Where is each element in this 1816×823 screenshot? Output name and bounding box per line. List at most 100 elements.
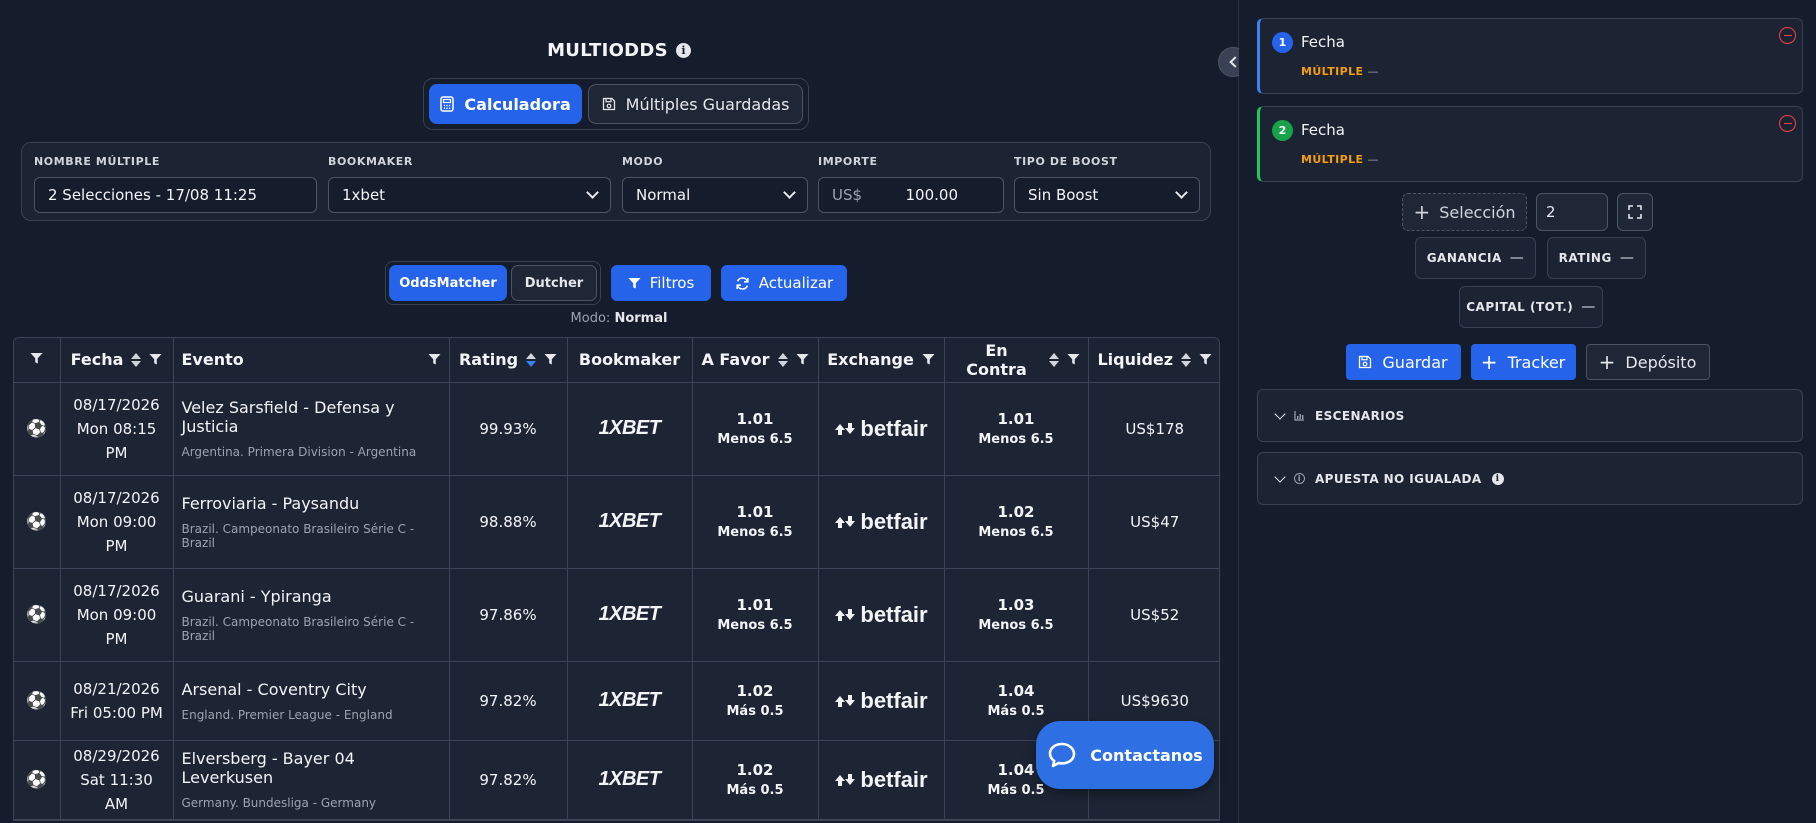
event-cell[interactable]: Velez Sarsfield - Defensa y Justicia Arge… <box>173 382 450 476</box>
actualizar-button[interactable]: Actualizar <box>721 265 847 301</box>
filtros-button[interactable]: Filtros <box>611 265 711 301</box>
config-panel: NOMBRE MÚLTIPLE 2 Selecciones - 17/08 11… <box>21 142 1211 221</box>
header-exchange[interactable]: Exchange <box>818 338 945 383</box>
event-cell[interactable]: Elversberg - Bayer 04 Leverkusen Germany.… <box>173 740 450 820</box>
favor-line: Menos 6.5 <box>717 432 793 447</box>
bookmaker-select[interactable]: 1xbet <box>328 177 611 213</box>
event-cell[interactable]: Ferroviaria - Paysandu Brazil. Campeonato… <box>173 475 450 569</box>
filter-icon[interactable] <box>1067 353 1080 366</box>
tab-calculadora[interactable]: Calculadora <box>429 84 583 124</box>
exchange-name: betfair <box>860 508 928 534</box>
event-cell[interactable]: Arsenal - Coventry City England. Premier … <box>173 661 450 741</box>
rating-label: RATING <box>1558 251 1612 265</box>
sort-icon[interactable] <box>1048 352 1059 367</box>
action-buttons: Guardar + Tracker + Depósito <box>1239 344 1816 380</box>
dutcher-button[interactable]: Dutcher <box>511 265 597 301</box>
filter-icon[interactable] <box>149 353 162 366</box>
sport-cell: ⚽ <box>14 661 61 741</box>
escenarios-accordion[interactable]: ESCENARIOS <box>1257 389 1803 442</box>
table-row[interactable]: ⚽ 08/21/2026 Fri 05:00 PM Arsenal - Coventr… <box>14 661 1219 741</box>
filter-icon[interactable] <box>544 353 557 366</box>
contra-line: Menos 6.5 <box>978 525 1054 540</box>
info-icon[interactable]: i <box>1491 472 1504 485</box>
remove-selection-icon[interactable] <box>1779 115 1796 132</box>
tracker-label: Tracker <box>1507 352 1566 372</box>
bookmaker-logo: 1XBET <box>598 417 661 439</box>
add-selection-button[interactable]: + Selección <box>1402 193 1527 231</box>
sport-filter-header[interactable] <box>14 338 61 383</box>
filter-icon[interactable] <box>796 353 809 366</box>
modo-label: MODO <box>622 155 664 168</box>
header-en-contra[interactable]: En Contra <box>944 338 1089 383</box>
guardar-button[interactable]: Guardar <box>1345 344 1461 380</box>
selection-count-input[interactable]: 2 <box>1536 193 1608 231</box>
boost-label: TIPO DE BOOST <box>1014 155 1118 168</box>
filter-icon[interactable] <box>1199 353 1212 366</box>
date-line: 08/17/2026 <box>73 581 160 600</box>
apuesta-no-igualada-accordion[interactable]: i APUESTA NO IGUALADA i <box>1257 452 1803 505</box>
importe-input[interactable]: US$ 100.00 <box>818 177 1004 213</box>
exchange-logo: betfair <box>827 688 936 714</box>
sort-icon[interactable] <box>1181 352 1192 367</box>
header-fecha[interactable]: Fecha <box>60 338 174 383</box>
guardar-label: Guardar <box>1382 352 1448 372</box>
contra-odds-cell[interactable]: 1.01 Menos 6.5 <box>944 382 1089 476</box>
table-row[interactable]: ⚽ 08/17/2026 Mon 08:15 PM Velez Sarsfield - … <box>14 382 1219 476</box>
selection-card-2[interactable]: 2 Fecha MÚLTIPLE — <box>1257 106 1803 182</box>
sort-icon[interactable] <box>131 352 142 367</box>
favor-odds-cell[interactable]: 1.01 Menos 6.5 <box>692 475 819 569</box>
favor-odds-cell[interactable]: 1.02 Más 0.5 <box>692 740 819 820</box>
selection-count-value: 2 <box>1546 203 1556 221</box>
contra-odds-cell[interactable]: 1.02 Menos 6.5 <box>944 475 1089 569</box>
ganancia-stat: GANANCIA — <box>1415 237 1536 279</box>
expand-button[interactable] <box>1617 193 1653 231</box>
info-icon[interactable]: i <box>675 43 691 58</box>
modo-select[interactable]: Normal <box>622 177 808 213</box>
sport-cell: ⚽ <box>14 475 61 569</box>
table-row[interactable]: ⚽ 08/17/2026 Mon 09:00 PM Ferroviaria - Pays… <box>14 475 1219 569</box>
header-evento[interactable]: Evento <box>173 338 450 383</box>
selection-tag: MÚLTIPLE — <box>1301 65 1379 78</box>
sort-icon[interactable] <box>777 352 788 367</box>
deposito-button[interactable]: + Depósito <box>1585 344 1710 380</box>
selection-card-1[interactable]: 1 Fecha MÚLTIPLE — <box>1257 18 1803 94</box>
oddsmatcher-button[interactable]: OddsMatcher <box>389 265 507 301</box>
chevron-down-icon <box>586 186 599 199</box>
table-row[interactable]: ⚽ 08/17/2026 Mon 09:00 PM Guarani - Ypiranga… <box>14 568 1219 662</box>
contact-button[interactable]: Contactanos <box>1036 721 1214 789</box>
save-icon <box>1359 355 1372 369</box>
betslip-sidebar: 1 Fecha MÚLTIPLE — 2 Fecha MÚLTIPLE — + Sel… <box>1239 0 1816 823</box>
soccer-ball-icon: ⚽ <box>26 418 48 439</box>
favor-odds-cell[interactable]: 1.01 Menos 6.5 <box>692 382 819 476</box>
header-rating[interactable]: Rating <box>449 338 568 383</box>
contra-odds-cell[interactable]: 1.03 Menos 6.5 <box>944 568 1089 662</box>
nombre-input[interactable]: 2 Selecciones - 17/08 11:25 <box>34 177 317 213</box>
remove-selection-icon[interactable] <box>1779 27 1796 44</box>
header-liquidez[interactable]: Liquidez <box>1088 338 1219 383</box>
betfair-arrows-icon <box>835 608 856 621</box>
bookmaker-cell: 1XBET <box>567 568 693 662</box>
selection-tag-label: MÚLTIPLE <box>1301 153 1364 166</box>
tab-multiples-guardadas[interactable]: Múltiples Guardadas <box>588 84 803 124</box>
tracker-button[interactable]: + Tracker <box>1470 344 1576 380</box>
contra-odds: 1.04 <box>997 682 1035 700</box>
time-suffix: PM <box>105 443 128 462</box>
time-line: Mon 09:00 <box>76 512 157 531</box>
sort-desc-icon[interactable] <box>526 352 537 367</box>
boost-select[interactable]: Sin Boost <box>1014 177 1200 213</box>
header-a-favor[interactable]: A Favor <box>692 338 819 383</box>
favor-line: Más 0.5 <box>726 704 784 719</box>
modo-current: Normal <box>614 311 668 326</box>
event-cell[interactable]: Guarani - Ypiranga Brazil. Campeonato Bra… <box>173 568 450 662</box>
selection-controls: + Selección 2 <box>1239 193 1816 231</box>
header-a-favor-label: A Favor <box>701 350 770 370</box>
favor-odds-cell[interactable]: 1.01 Menos 6.5 <box>692 568 819 662</box>
favor-odds-cell[interactable]: 1.02 Más 0.5 <box>692 661 819 741</box>
mode-toggle: OddsMatcher Dutcher <box>385 261 601 305</box>
contra-odds: 1.03 <box>997 596 1035 614</box>
selection-title: Fecha <box>1301 121 1345 139</box>
plus-icon: + <box>1480 350 1498 374</box>
filter-icon[interactable] <box>428 353 441 366</box>
plus-icon: + <box>1413 200 1431 224</box>
filter-icon[interactable] <box>922 353 935 366</box>
